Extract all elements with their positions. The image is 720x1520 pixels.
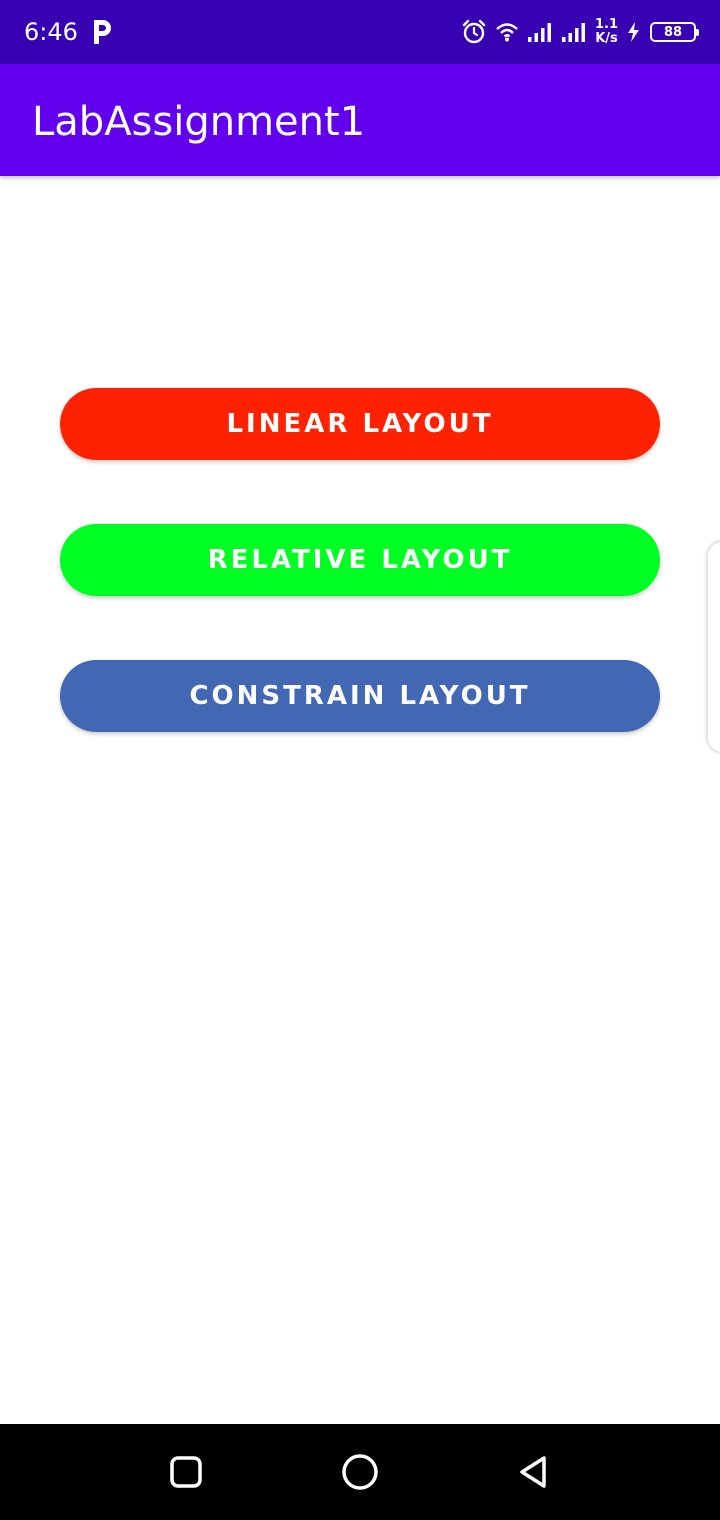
status-indicators: 1.1 K/s 88 [461, 14, 699, 50]
constrain-layout-button[interactable]: CONSTRAIN LAYOUT [60, 660, 660, 732]
recents-icon[interactable] [166, 1452, 206, 1492]
signal-icon [527, 21, 553, 43]
app-title: LabAssignment1 [32, 99, 366, 145]
linear-layout-button[interactable]: LINEAR LAYOUT [60, 388, 660, 460]
back-icon[interactable] [514, 1452, 554, 1492]
network-speed-unit: K/s [595, 31, 618, 46]
network-speed: 1.1 K/s [595, 18, 618, 46]
wifi-icon [495, 21, 519, 43]
charging-icon [626, 21, 642, 43]
navigation-bar [0, 1424, 720, 1520]
edge-panel-handle[interactable] [706, 540, 720, 754]
alarm-icon [461, 19, 487, 45]
network-speed-value: 1.1 [594, 17, 618, 32]
battery-icon: 88 [650, 22, 699, 42]
relative-layout-button[interactable]: RELATIVE LAYOUT [60, 524, 660, 596]
home-icon[interactable] [340, 1452, 380, 1492]
p-icon [90, 18, 114, 46]
battery-level: 88 [663, 24, 683, 40]
signal-icon [561, 21, 587, 43]
status-bar: 6:46 1.1 K/s 88 [0, 0, 720, 64]
status-time: 6:46 [24, 18, 78, 46]
app-bar: LabAssignment1 [0, 64, 720, 176]
